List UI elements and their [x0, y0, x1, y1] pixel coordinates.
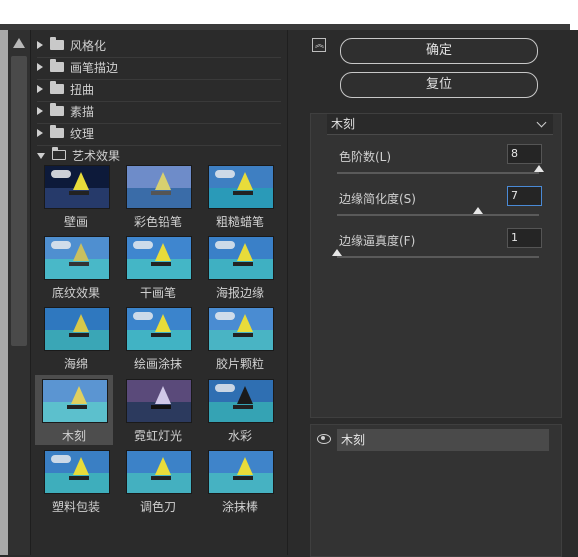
folder-icon	[50, 103, 64, 116]
filter-gallery-panel: 风格化 画笔描边 扭曲 素描 纹理 艺术效果 壁画 彩色铅笔 粗糙蜡笔 底纹效果…	[31, 30, 288, 555]
filter-label: 海绵	[63, 357, 88, 371]
filter-label: 霓虹灯光	[133, 429, 182, 443]
eye-icon[interactable]	[317, 434, 331, 444]
title-bar	[0, 0, 578, 30]
collapse-icon	[37, 153, 45, 159]
filter-preview	[208, 307, 274, 351]
filter-label: 胶片颗粒	[215, 357, 264, 371]
filter-label: 涂抹棒	[221, 500, 258, 514]
filter-select[interactable]: 木刻	[327, 114, 553, 135]
effect-layer-row[interactable]: 木刻	[311, 429, 549, 451]
folder-icon	[50, 37, 64, 50]
category-stylize[interactable]: 风格化	[37, 35, 106, 55]
collapse-icon[interactable]: ︽	[312, 38, 326, 52]
category-sketch[interactable]: 素描	[37, 101, 94, 121]
edge-fidelity-slider-knob[interactable]	[332, 249, 342, 256]
edge-simplicity-label: 边缘简化度(S)	[339, 192, 416, 206]
filter-thumb-underpainting[interactable]: 底纹效果	[37, 232, 115, 302]
edge-fidelity-label: 边缘逼真度(F)	[339, 234, 416, 248]
reset-button[interactable]: 复位	[340, 72, 538, 98]
filter-thumb-cutout[interactable]: 木刻	[35, 375, 113, 445]
expand-icon	[37, 129, 43, 137]
expand-icon	[37, 107, 43, 115]
filter-preview	[44, 450, 110, 494]
expand-icon	[37, 63, 43, 71]
filter-thumb-colored-pencil[interactable]: 彩色铅笔	[119, 161, 197, 231]
ok-button[interactable]: 确定	[340, 38, 538, 64]
category-distort[interactable]: 扭曲	[37, 79, 94, 99]
filter-preview	[126, 307, 192, 351]
filter-label: 彩色铅笔	[133, 215, 182, 229]
filter-thumb-watercolor[interactable]: 水彩	[201, 375, 279, 445]
filter-preview	[44, 165, 110, 209]
filter-preview	[126, 379, 192, 423]
settings-panel: ︽ 确定 复位 木刻 色阶数(L) 8 边缘简化度(S) 7 边缘逼真度(F) …	[288, 30, 578, 557]
filter-thumb-paint-daubs[interactable]: 绘画涂抹	[119, 303, 197, 373]
filter-preview	[126, 450, 192, 494]
filter-thumb-dry-brush[interactable]: 干画笔	[119, 232, 197, 302]
category-label: 素描	[70, 104, 95, 119]
filter-preview	[208, 165, 274, 209]
filter-thumb-film-grain[interactable]: 胶片颗粒	[201, 303, 279, 373]
filter-settings: 木刻 色阶数(L) 8 边缘简化度(S) 7 边缘逼真度(F) 1	[310, 113, 562, 418]
levels-label: 色阶数(L)	[339, 150, 392, 164]
category-texture[interactable]: 纹理	[37, 123, 94, 143]
filter-preview	[44, 236, 110, 280]
filter-thumb-neon-glow[interactable]: 霓虹灯光	[119, 375, 197, 445]
edge-simplicity-slider-knob[interactable]	[473, 207, 484, 214]
edge-simplicity-slider-track[interactable]	[337, 214, 539, 216]
category-brush-strokes[interactable]: 画笔描边	[37, 57, 118, 77]
filter-thumb-palette-knife[interactable]: 调色刀	[119, 446, 197, 516]
filter-label: 粗糙蜡笔	[215, 215, 264, 229]
left-gutter	[0, 30, 8, 555]
filter-thumb-fresco[interactable]: 壁画	[37, 161, 115, 231]
expand-icon	[37, 85, 43, 93]
edge-fidelity-input[interactable]: 1	[507, 228, 542, 248]
filter-label: 海报边缘	[215, 286, 264, 300]
chevron-down-icon	[536, 117, 547, 128]
edge-fidelity-slider-track[interactable]	[337, 256, 539, 258]
folder-icon	[50, 59, 64, 72]
expand-icon	[37, 41, 43, 49]
filter-preview	[208, 450, 274, 494]
layer-name: 木刻	[337, 429, 549, 451]
filter-thumb-poster-edges[interactable]: 海报边缘	[201, 232, 279, 302]
filter-thumb-plastic-wrap[interactable]: 塑料包装	[37, 446, 115, 516]
effect-layers-panel: 木刻	[310, 424, 562, 557]
filter-preview	[44, 307, 110, 351]
filter-label: 水彩	[227, 429, 252, 443]
filter-preview	[126, 236, 192, 280]
filter-label: 塑料包装	[51, 500, 100, 514]
filter-label: 干画笔	[139, 286, 176, 300]
filter-preview	[208, 236, 274, 280]
edge-simplicity-input[interactable]: 7	[507, 186, 542, 206]
filter-label: 调色刀	[139, 500, 176, 514]
filter-thumb-sponge[interactable]: 海绵	[37, 303, 115, 373]
filter-label: 壁画	[63, 215, 88, 229]
folder-open-icon	[52, 147, 66, 160]
filter-thumb-rough-pastels[interactable]: 粗糙蜡笔	[201, 161, 279, 231]
levels-input[interactable]: 8	[507, 144, 542, 164]
filter-label: 木刻	[61, 429, 86, 443]
scroll-thumb[interactable]	[11, 56, 27, 346]
filter-label: 绘画涂抹	[133, 357, 182, 371]
scroll-up-icon[interactable]	[13, 38, 25, 48]
levels-slider-knob[interactable]	[534, 165, 544, 172]
filter-preview	[126, 165, 192, 209]
levels-slider-track[interactable]	[337, 172, 539, 174]
category-label: 画笔描边	[70, 60, 119, 75]
filter-preview	[42, 379, 108, 423]
category-label: 风格化	[70, 38, 107, 53]
category-label: 纹理	[70, 126, 95, 141]
folder-icon	[50, 125, 64, 138]
filter-preview	[208, 379, 274, 423]
filter-label: 底纹效果	[51, 286, 100, 300]
filter-thumb-smudge-stick[interactable]: 涂抹棒	[201, 446, 279, 516]
category-label: 扭曲	[70, 82, 95, 97]
filter-scrollbar[interactable]	[8, 30, 31, 555]
folder-icon	[50, 81, 64, 94]
filter-select-value: 木刻	[331, 117, 356, 131]
